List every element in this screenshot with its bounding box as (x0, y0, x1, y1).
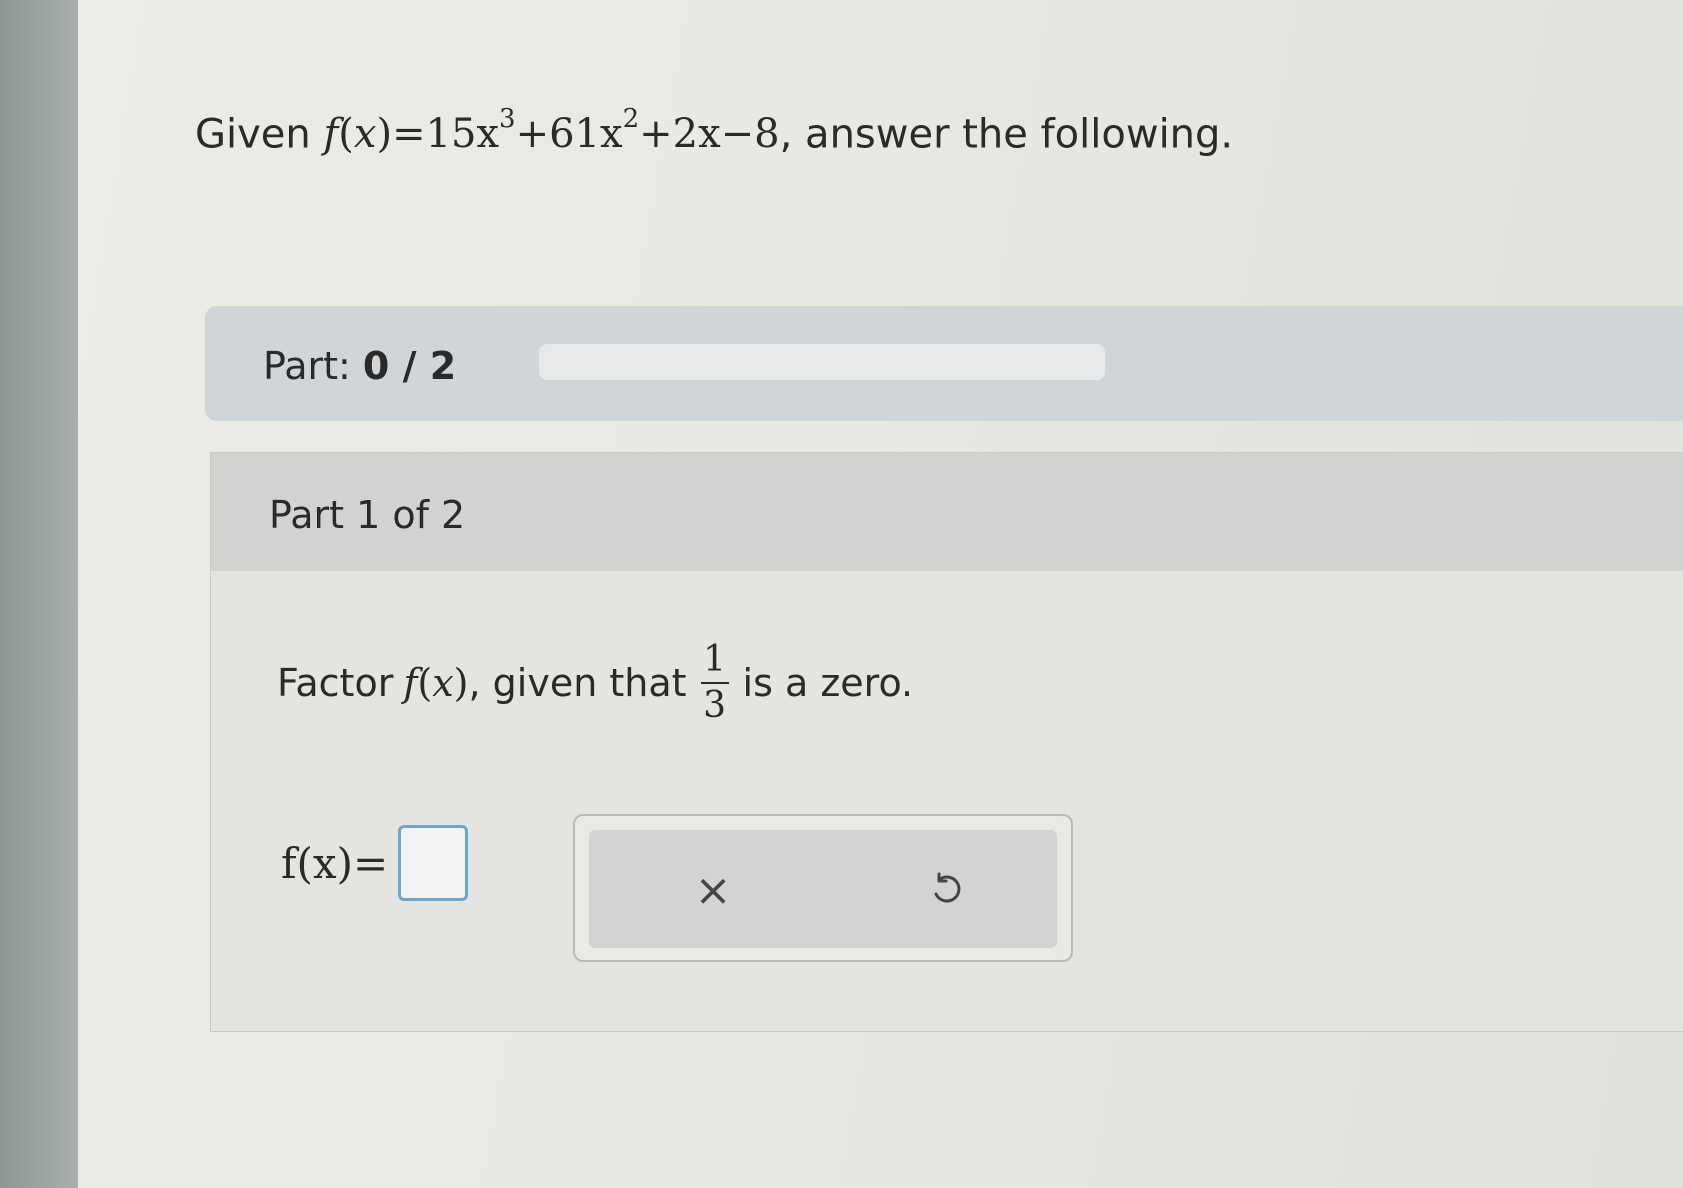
answer-tools-panel: × (573, 814, 1073, 962)
section-title: Part 1 of 2 (269, 493, 466, 537)
section-header: Part 1 of 2 (211, 453, 1683, 571)
instruction-function: f(x) (403, 660, 469, 705)
part-progress-bar: Part: 0 / 2 (205, 306, 1683, 421)
zero-fraction: 1 3 (700, 639, 729, 726)
part-progress-label: Part: 0 / 2 (263, 344, 457, 388)
zero-denominator: 3 (703, 684, 726, 726)
close-icon[interactable]: × (683, 860, 743, 920)
progress-track (539, 344, 1105, 380)
answer-lhs: f(x)= (281, 838, 389, 888)
part-section: Part 1 of 2 Factor f(x), given that 1 3 … (210, 452, 1683, 1032)
question-formula: f(x)=15x3+61x2+2x−8 (323, 104, 780, 158)
part-progress-count: 0 / 2 (362, 344, 457, 388)
undo-icon[interactable] (917, 860, 977, 920)
question-text: Given f(x)=15x3+61x2+2x−8, answer the fo… (195, 104, 1234, 158)
answer-tools-inner: × (589, 830, 1057, 948)
zero-numerator: 1 (703, 639, 726, 680)
question-rest: , answer the following. (779, 111, 1234, 158)
question-given: Given (195, 111, 311, 158)
answer-row: f(x)= (281, 825, 469, 901)
answer-input[interactable] (398, 825, 469, 901)
instruction-text: Factor f(x), given that 1 3 is a zero. (277, 639, 914, 726)
